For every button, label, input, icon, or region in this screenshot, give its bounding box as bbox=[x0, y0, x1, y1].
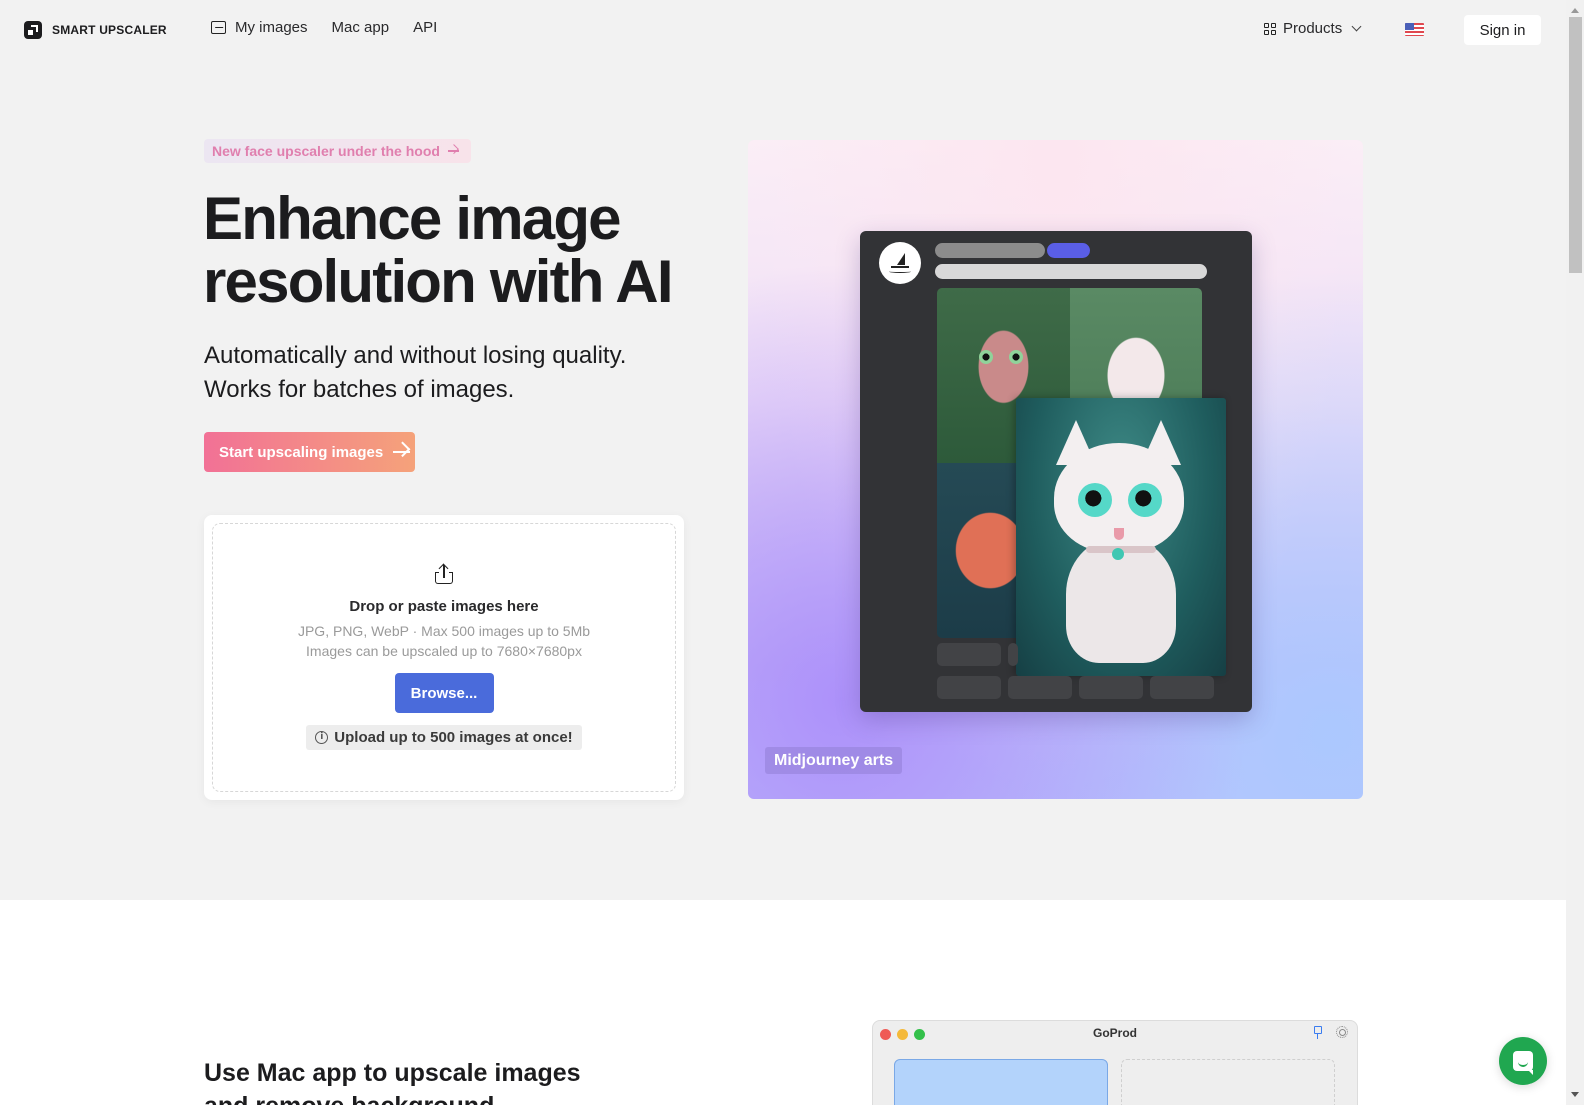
page-title: Enhance image resolution with AI bbox=[203, 185, 674, 315]
mac-preview-selected-pane bbox=[894, 1059, 1108, 1105]
nav-mac-app[interactable]: Mac app bbox=[332, 19, 390, 36]
main-nav: My images Mac app API bbox=[211, 19, 461, 36]
nav-mac-app-label: Mac app bbox=[331, 19, 390, 36]
page-scrollbar[interactable] bbox=[1566, 0, 1584, 1105]
brand-logo[interactable]: SMART UPSCALER bbox=[24, 21, 167, 39]
hero-subtitle-line1: Automatically and without losing quality… bbox=[204, 342, 627, 369]
showcase-caption: Midjourney arts bbox=[765, 747, 903, 774]
upload-limit-notice: i Upload up to 500 images at once! bbox=[306, 725, 582, 750]
arrow-right-icon bbox=[447, 150, 459, 152]
placeholder-username-bar bbox=[935, 243, 1045, 258]
mac-preview-drop-pane bbox=[1121, 1059, 1335, 1105]
dropzone-title: Drop or paste images here bbox=[349, 598, 539, 615]
scroll-up-arrow-icon[interactable] bbox=[1571, 8, 1579, 13]
showcase-illustration: Midjourney arts bbox=[748, 140, 1363, 799]
start-upscaling-button[interactable]: Start upscaling images bbox=[204, 432, 415, 472]
upscale-logo-icon bbox=[24, 21, 42, 39]
placeholder-button bbox=[1008, 643, 1018, 666]
brand-name: SMART UPSCALER bbox=[52, 23, 167, 37]
upload-limit-text: Upload up to 500 images at once! bbox=[334, 729, 573, 746]
mac-app-preview: GoProd bbox=[872, 1020, 1358, 1105]
placeholder-button bbox=[1008, 676, 1072, 699]
sailboat-icon bbox=[888, 253, 912, 273]
top-navigation: SMART UPSCALER My images Mac app API Pro… bbox=[0, 0, 1551, 60]
chevron-down-icon bbox=[1351, 21, 1362, 32]
scrollbar-thumb[interactable] bbox=[1569, 17, 1582, 273]
info-icon: i bbox=[315, 731, 329, 744]
mac-app-section: Use Mac app to upscale images and remove… bbox=[0, 900, 1566, 1105]
products-dropdown[interactable]: Products bbox=[1264, 20, 1362, 37]
us-flag-icon[interactable] bbox=[1405, 23, 1424, 36]
sign-in-button[interactable]: Sign in bbox=[1464, 15, 1541, 45]
products-label: Products bbox=[1283, 20, 1343, 37]
news-badge-text: New face upscaler under the hood bbox=[212, 143, 440, 159]
scroll-down-arrow-icon[interactable] bbox=[1571, 1092, 1579, 1097]
mac-app-section-title: Use Mac app to upscale images and remove… bbox=[204, 1059, 581, 1105]
upload-card: Drop or paste images here JPG, PNG, WebP… bbox=[204, 515, 684, 800]
start-upscaling-label: Start upscaling images bbox=[219, 443, 384, 461]
mac-window-title: GoProd bbox=[1093, 1026, 1137, 1040]
cat-image-upscaled bbox=[1016, 398, 1226, 676]
dropzone-formats-hint: JPG, PNG, WebP · Max 500 images up to 5M… bbox=[297, 623, 591, 639]
nav-api-label: API bbox=[413, 19, 438, 36]
placeholder-tag-bar bbox=[1047, 243, 1090, 258]
image-dropzone[interactable]: Drop or paste images here JPG, PNG, WebP… bbox=[212, 523, 676, 792]
hero-subtitle: Automatically and without losing quality… bbox=[204, 339, 704, 407]
gear-icon bbox=[1336, 1026, 1348, 1038]
chat-icon bbox=[1513, 1051, 1533, 1075]
image-icon bbox=[211, 21, 226, 34]
browse-button[interactable]: Browse... bbox=[394, 673, 494, 713]
news-badge-link[interactable]: New face upscaler under the hood bbox=[204, 139, 471, 163]
arrow-right-icon bbox=[393, 451, 411, 453]
placeholder-button bbox=[937, 643, 1001, 666]
nav-my-images-label: My images bbox=[235, 19, 308, 36]
placeholder-button bbox=[937, 676, 1001, 699]
pin-icon bbox=[1313, 1026, 1323, 1039]
grid-icon bbox=[1264, 22, 1276, 35]
midjourney-avatar bbox=[879, 242, 921, 284]
hero-subtitle-line2: Works for batches of images. bbox=[204, 376, 515, 403]
placeholder-button bbox=[1079, 676, 1143, 699]
chat-launcher-button[interactable] bbox=[1499, 1037, 1547, 1085]
midjourney-mock-window bbox=[860, 231, 1252, 712]
upload-icon bbox=[435, 563, 453, 584]
nav-my-images[interactable]: My images bbox=[211, 19, 308, 36]
dropzone-size-hint: Images can be upscaled up to 7680×7680px bbox=[306, 643, 582, 659]
placeholder-message-bar bbox=[935, 264, 1207, 279]
nav-api[interactable]: API bbox=[413, 19, 437, 36]
placeholder-button bbox=[1150, 676, 1214, 699]
